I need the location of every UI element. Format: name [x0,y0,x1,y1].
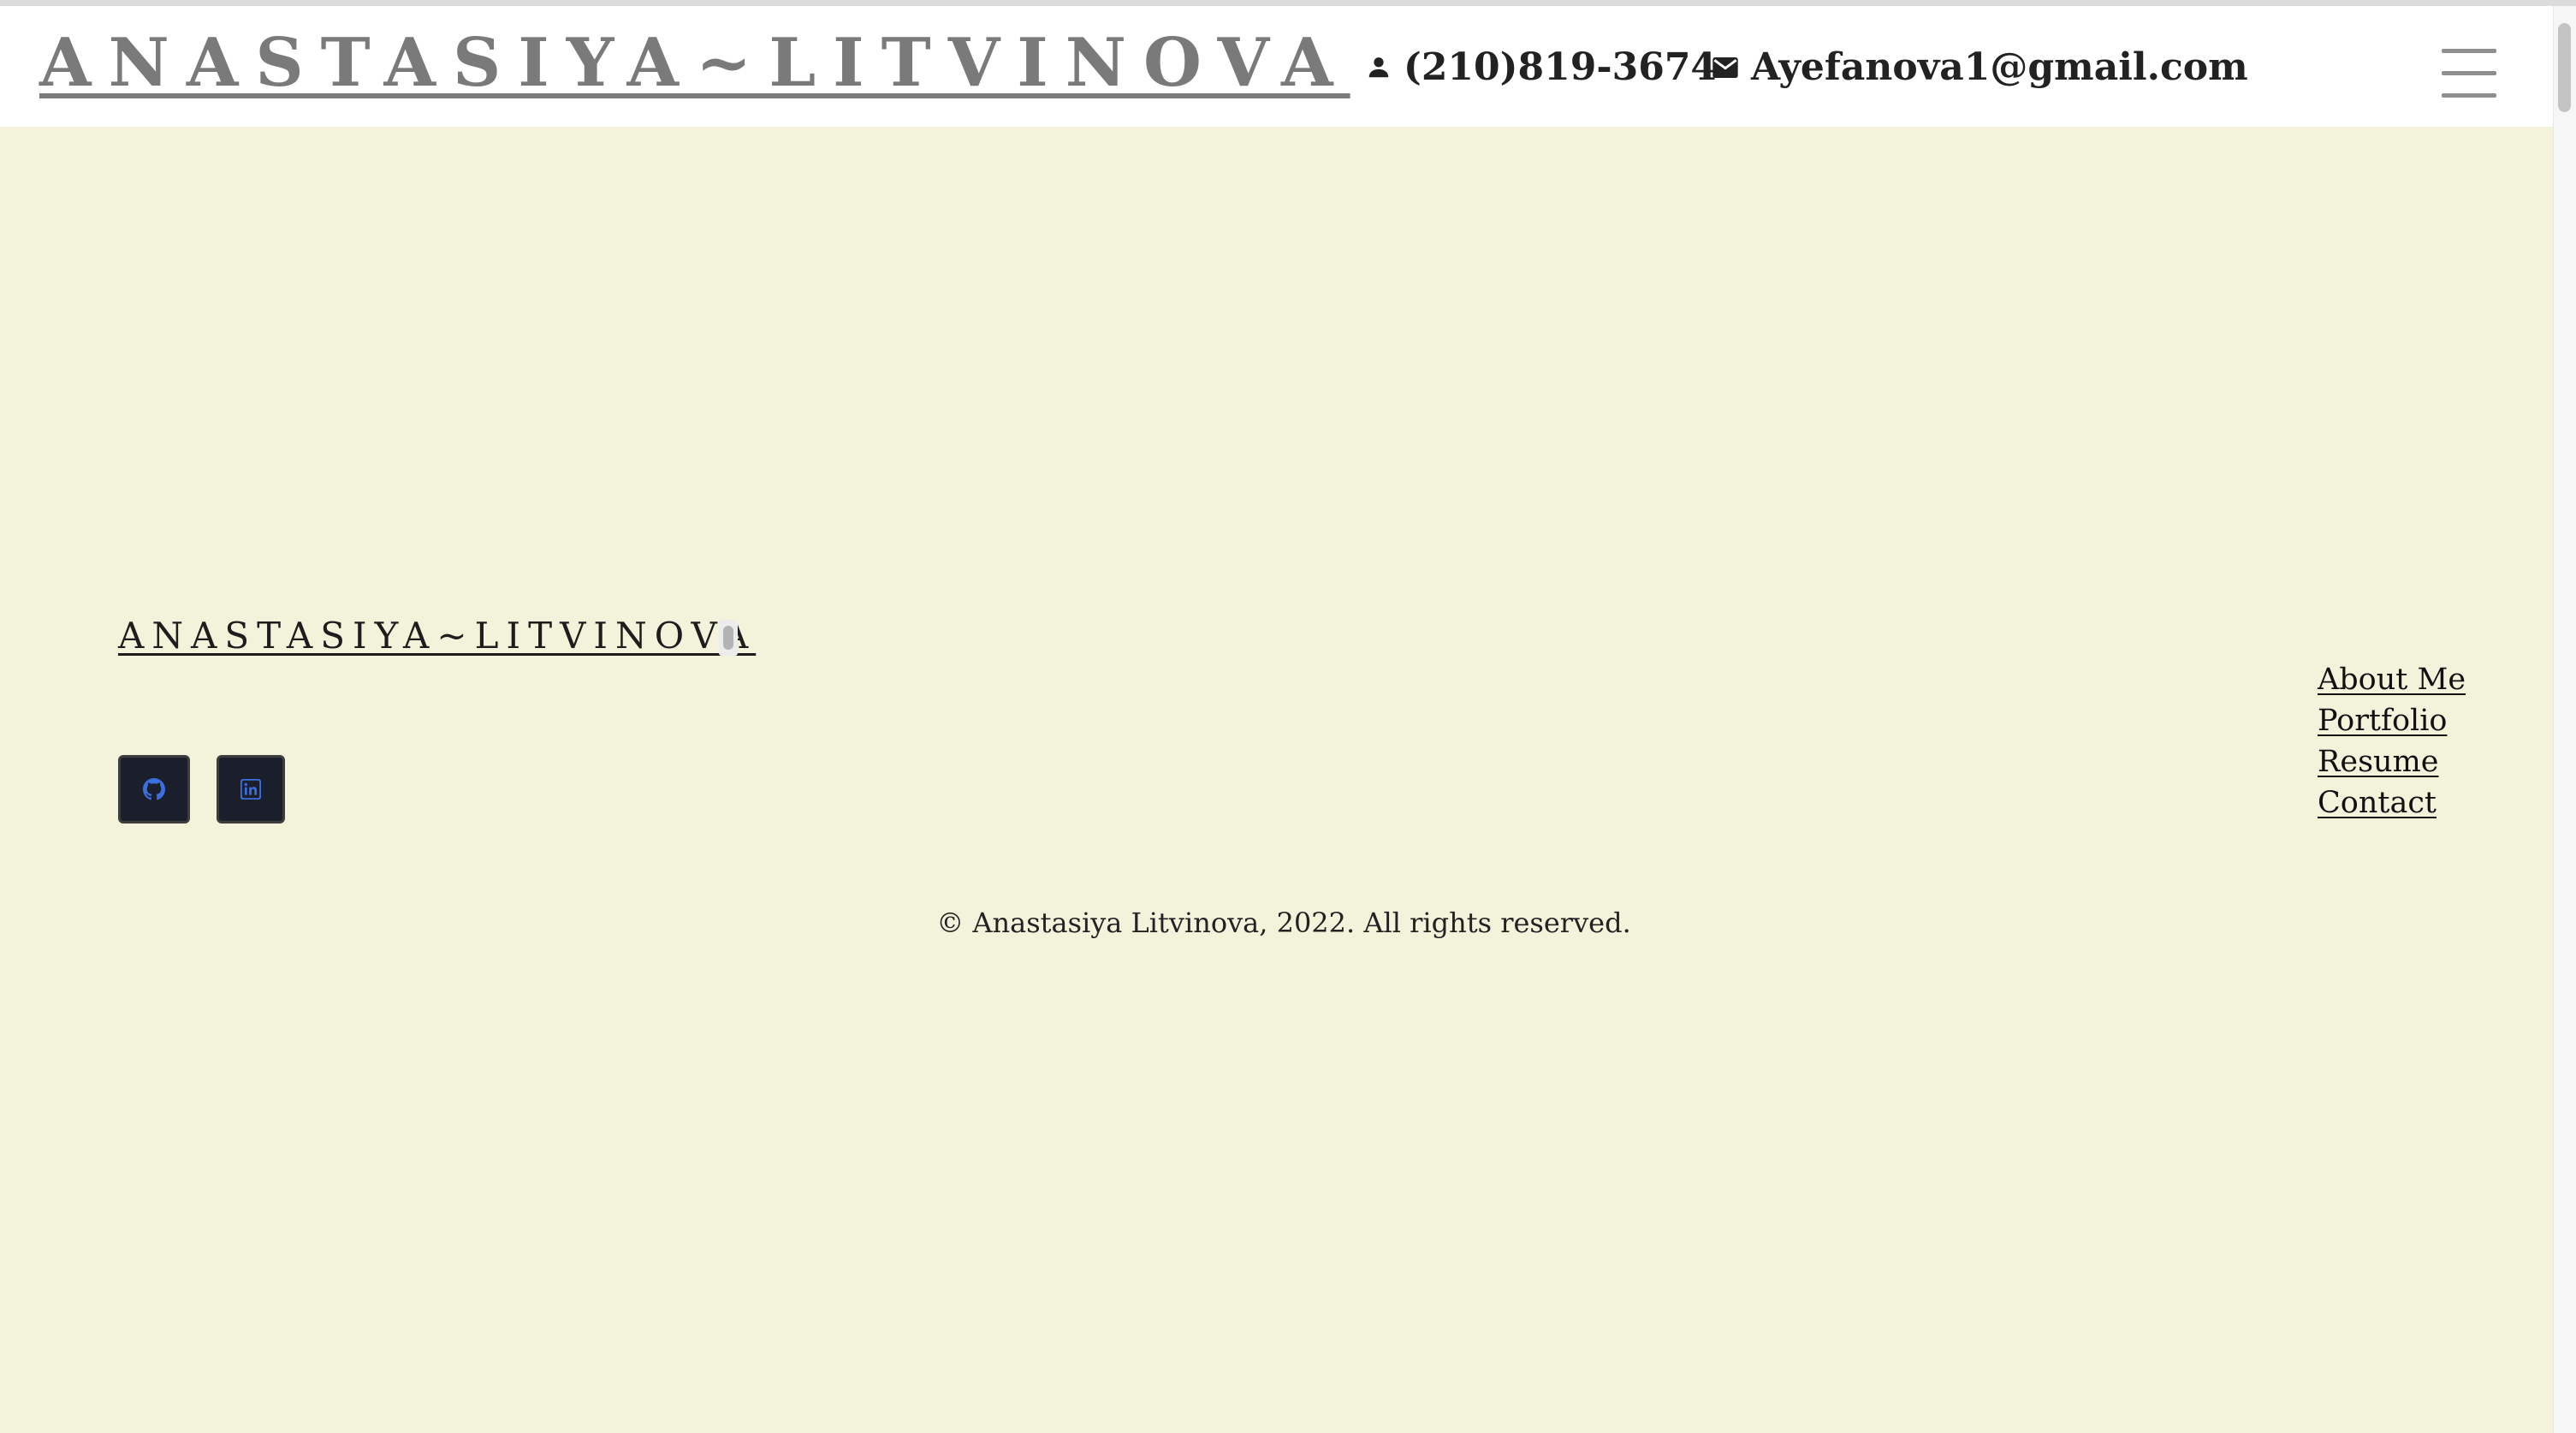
menu-line [2442,71,2496,75]
phone-number: (210)819-3674 [1404,45,1718,89]
site-title-link[interactable]: ANASTASIYA~LITVINOVA [39,30,1350,97]
menu-line [2442,93,2496,98]
copyright-text: © Anastasiya Litvinova, 2022. All rights… [936,907,1631,939]
footer-link-about-me[interactable]: About Me [2318,659,2466,700]
email-address: Ayefanova1@gmail.com [1751,45,2248,89]
scrollbar-thumb[interactable] [2558,23,2571,112]
hamburger-menu-button[interactable] [2442,49,2503,102]
text-cursor-indicator [719,620,738,656]
top-divider [0,0,2576,6]
linkedin-button[interactable] [217,755,285,824]
phone-contact: (210)819-3674 [1366,49,1717,86]
page: ANASTASIYA~LITVINOVA (210)819-3674 Ayefa… [0,0,2576,1433]
person-icon [1368,57,1389,78]
vertical-scrollbar[interactable] [2553,6,2576,1433]
linkedin-icon [240,779,261,800]
footer-link-resume[interactable]: Resume [2318,741,2466,782]
footer-nav: About Me Portfolio Resume Contact [2318,659,2466,824]
menu-line [2442,49,2496,53]
header-bar: ANASTASIYA~LITVINOVA (210)819-3674 Ayefa… [0,6,2553,127]
footer-title-link[interactable]: ANASTASIYA~LITVINOVA [118,618,756,654]
github-icon [143,778,165,800]
footer-link-contact[interactable]: Contact [2318,782,2466,824]
github-button[interactable] [118,755,190,824]
footer-link-portfolio[interactable]: Portfolio [2318,700,2466,741]
email-contact: Ayefanova1@gmail.com [1712,49,2248,86]
envelope-icon [1712,57,1738,78]
